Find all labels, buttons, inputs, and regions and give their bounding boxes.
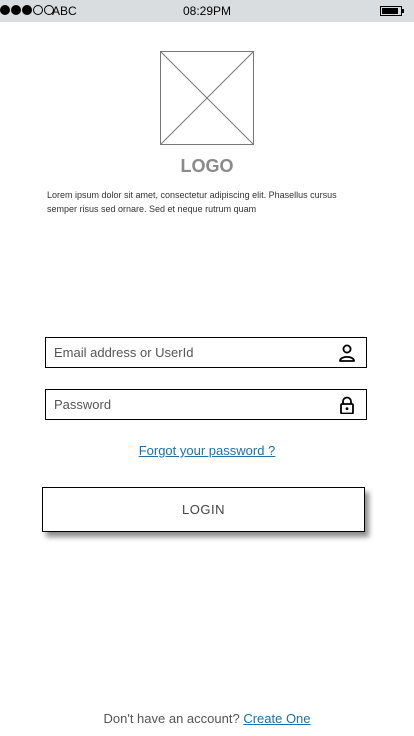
email-field[interactable]	[45, 337, 367, 368]
signup-prompt-text: Don't have an account?	[103, 711, 240, 726]
signup-prompt: Don't have an account? Create One	[0, 711, 414, 726]
password-input[interactable]	[54, 390, 324, 419]
password-field[interactable]	[45, 389, 367, 420]
battery-icon	[380, 6, 402, 16]
create-account-link[interactable]: Create One	[243, 711, 310, 726]
image-placeholder-icon	[160, 51, 254, 145]
battery-tip	[402, 9, 404, 13]
lock-icon	[340, 396, 354, 414]
battery-fill	[382, 8, 398, 14]
status-time: 08:29PM	[182, 4, 232, 18]
status-bar: ABC 08:29PM	[0, 0, 414, 22]
login-button[interactable]: LOGIN	[42, 487, 365, 532]
intro-text: Lorem ipsum dolor sit amet, consectetur …	[47, 190, 337, 214]
email-input[interactable]	[54, 338, 324, 367]
logo-text: LOGO	[180, 156, 234, 176]
user-icon	[339, 344, 355, 362]
forgot-password-link[interactable]: Forgot your password ?	[0, 443, 414, 458]
